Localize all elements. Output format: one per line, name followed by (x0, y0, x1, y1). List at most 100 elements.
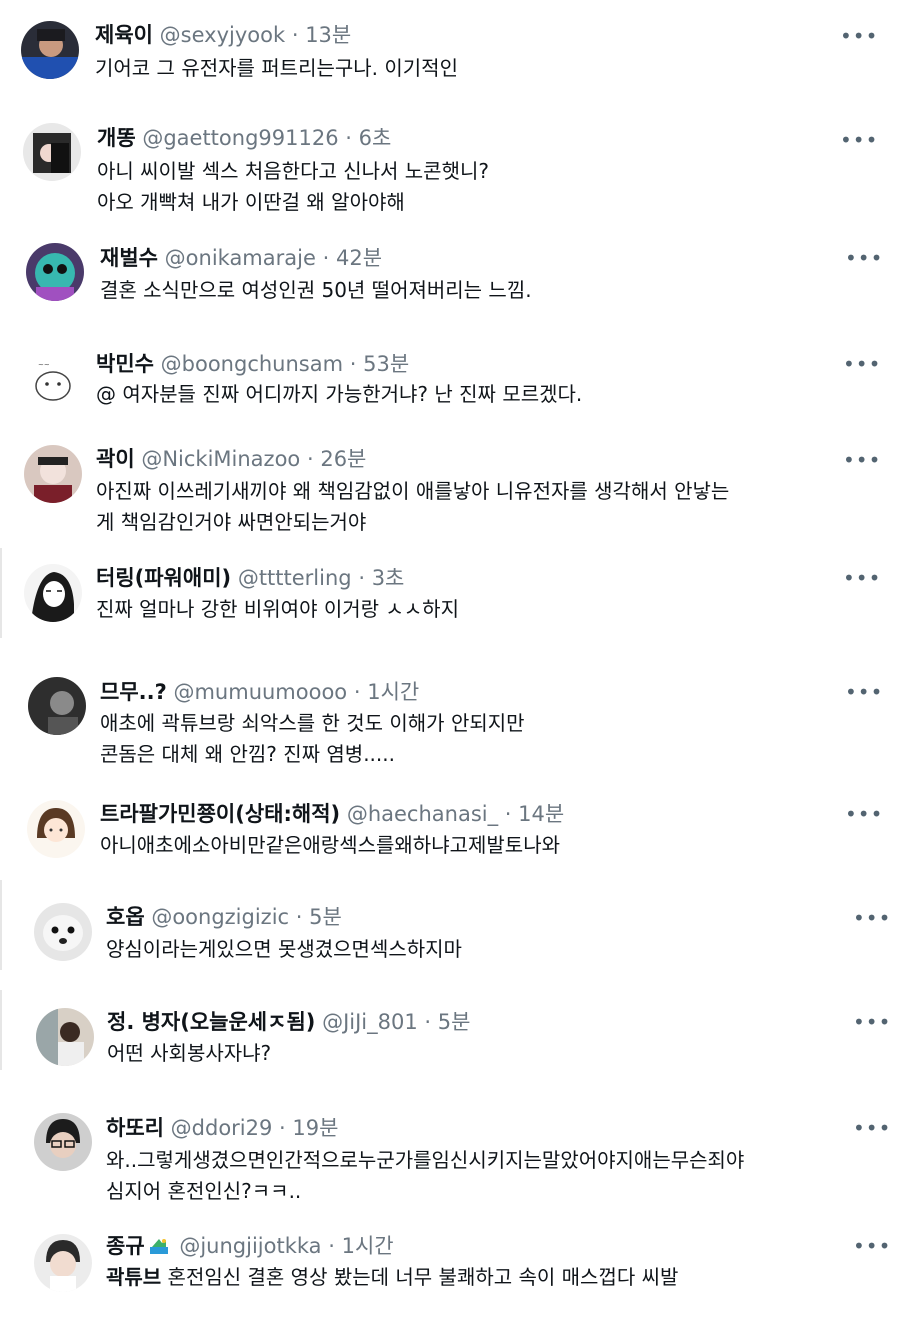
avatar[interactable] (34, 903, 92, 961)
separator: · (358, 566, 365, 590)
more-options-icon[interactable]: ••• (853, 1012, 890, 1032)
tweet-line: 곽튜브 혼전임신 결혼 영상 봤는데 너무 불쾌하고 속이 매스껍다 씨발 (106, 1262, 678, 1293)
tweet-text: 결혼 소식만으로 여성인권 50년 떨어져버리는 느낌. (100, 275, 532, 306)
display-name[interactable]: 개똥 (97, 126, 136, 150)
display-name[interactable]: 정. 병자(오늘운세ㅈ됨) (107, 1010, 315, 1034)
display-name[interactable]: 제육이 (95, 23, 153, 47)
timestamp[interactable]: 19분 (292, 1116, 338, 1140)
separator: · (279, 1116, 286, 1140)
avatar[interactable] (24, 564, 82, 622)
tweet[interactable]: 곽이 @NickiMinazoo · 26분 ••• 아진짜 이쓰레기새끼야 왜… (0, 440, 900, 560)
display-name[interactable]: 재벌수 (100, 246, 158, 270)
tweet-text: 와..그렇게생겼으면인간적으로누군가를임신시키지는말았어야지애는무슨죄야 심지어… (106, 1145, 744, 1207)
handle[interactable]: @NickiMinazoo (141, 447, 300, 471)
more-options-icon[interactable]: ••• (845, 682, 882, 702)
more-options-icon[interactable]: ••• (853, 1118, 890, 1138)
tweet-text: 아니애초에소아비만같은애랑섹스를왜하냐고제발토나와 (100, 830, 560, 861)
tweet[interactable]: 정. 병자(오늘운세ㅈ됨) @JiJi_801 · 5분 ••• 어떤 사회봉사… (0, 1000, 900, 1110)
timestamp[interactable]: 6초 (359, 126, 392, 150)
separator: · (328, 1234, 335, 1258)
handle[interactable]: @sexyjyook (160, 23, 285, 47)
more-options-icon[interactable]: ••• (840, 130, 877, 150)
handle[interactable]: @gaettong991126 (142, 126, 338, 150)
tweet-line: 게 책임감인거야 싸면안되는거야 (96, 510, 367, 534)
tweet-line: 아오 개빡쳐 내가 이딴걸 왜 알아야해 (97, 190, 405, 214)
tweet[interactable]: 터링(파워애미) @tttterling · 3초 ••• 진짜 얼마나 강한 … (0, 560, 900, 670)
more-options-icon[interactable]: ••• (840, 26, 877, 46)
more-options-icon[interactable]: ••• (845, 804, 882, 824)
avatar[interactable] (34, 1234, 92, 1292)
tweet-line: 어떤 사회봉사자냐? (107, 1041, 272, 1065)
timestamp[interactable]: 53분 (363, 352, 409, 376)
handle[interactable]: @boongchunsam (161, 352, 343, 376)
timestamp[interactable]: 3초 (372, 566, 405, 590)
avatar[interactable] (26, 243, 84, 301)
timestamp[interactable]: 1시간 (367, 680, 419, 704)
svg-text:~~: ~~ (38, 361, 50, 369)
separator: · (424, 1010, 432, 1034)
tweet-line: 진짜 얼마나 강한 비위여야 이거랑 ㅅㅅ하지 (96, 597, 459, 621)
avatar[interactable] (27, 800, 85, 858)
more-options-icon[interactable]: ••• (843, 450, 880, 470)
handle[interactable]: @onikamaraje (165, 246, 316, 270)
handle[interactable]: @JiJi_801 (322, 1010, 418, 1034)
tweet-line: 양심이라는게있으면 못생겼으면섹스하지마 (106, 937, 462, 961)
more-options-icon[interactable]: ••• (853, 908, 890, 928)
avatar[interactable] (21, 21, 79, 79)
display-name[interactable]: 하또리 (106, 1116, 164, 1140)
tweet-text: 아니 씨이발 섹스 처음한다고 신나서 노콘햇니? 아오 개빡쳐 내가 이딴걸 … (97, 156, 489, 218)
tweet-text: @ 여자분들 진짜 어디까지 가능한거냐? 난 진짜 모르겠다. (96, 379, 582, 410)
avatar[interactable] (28, 677, 86, 735)
tweet-line: @ 여자분들 진짜 어디까지 가능한거냐? 난 진짜 모르겠다. (96, 382, 583, 406)
avatar[interactable]: ~~ (24, 353, 82, 411)
tweet[interactable]: ~~ 박민수 @boongchunsam · 53분 ••• @ 여자분들 진짜… (0, 340, 900, 440)
display-name[interactable]: 종규 (106, 1234, 145, 1258)
timestamp[interactable]: 26분 (320, 447, 366, 471)
separator: · (291, 23, 299, 47)
tweet[interactable]: 제육이 @sexyjyook · 13분 ••• 기어코 그 유전자를 퍼트리는… (0, 0, 900, 110)
tweet[interactable]: 하또리 @ddori29 · 19분 ••• 와..그렇게생겼으면인간적으로누군… (0, 1110, 900, 1228)
handle[interactable]: @mumuumoooo (173, 680, 347, 704)
timestamp[interactable]: 5분 (438, 1010, 471, 1034)
separator: · (345, 126, 352, 150)
timestamp[interactable]: 13분 (305, 23, 351, 47)
avatar[interactable] (34, 1113, 92, 1171)
more-options-icon[interactable]: ••• (845, 248, 882, 268)
hashtag-link[interactable]: 곽튜브 (106, 1265, 161, 1289)
tweet[interactable]: 재벌수 @onikamaraje · 42분 ••• 결혼 소식만으로 여성인권… (0, 230, 900, 340)
display-name[interactable]: 곽이 (96, 447, 135, 471)
display-name[interactable]: 박민수 (96, 352, 154, 376)
handle[interactable]: @haechanasi_ (347, 802, 498, 826)
separator: · (504, 802, 512, 826)
tweet[interactable]: 종규 @jungjijotkka · 1시간 ••• 곽튜브 혼전임신 결혼 영… (0, 1228, 900, 1319)
tweet[interactable]: 므무..? @mumuumoooo · 1시간 ••• 애초에 곽튜브랑 쇠악스… (0, 670, 900, 790)
timestamp[interactable]: 1시간 (342, 1234, 394, 1258)
handle[interactable]: @tttterling (238, 566, 352, 590)
tweet-text: 아진짜 이쓰레기새끼야 왜 책임감없이 애를낳아 니유전자를 생각해서 안낳는 … (96, 476, 729, 538)
tweet-line: 결혼 소식만으로 여성인권 50년 떨어져버리는 느낌. (100, 278, 532, 302)
more-options-icon[interactable]: ••• (843, 354, 880, 374)
timestamp[interactable]: 5분 (309, 905, 342, 929)
tweet-line: 심지어 혼전인신?ㅋㅋ.. (106, 1179, 302, 1203)
display-name[interactable]: 므무..? (100, 680, 167, 704)
display-name[interactable]: 호옵 (106, 905, 145, 929)
more-options-icon[interactable]: ••• (843, 568, 880, 588)
display-name[interactable]: 터링(파워애미) (96, 566, 231, 590)
tweet-line-text: 혼전임신 결혼 영상 봤는데 너무 불쾌하고 속이 매스껍다 씨발 (161, 1265, 679, 1289)
separator: · (295, 905, 303, 929)
handle[interactable]: @oongzigizic (151, 905, 289, 929)
handle[interactable]: @ddori29 (171, 1116, 273, 1140)
more-options-icon[interactable]: ••• (853, 1236, 890, 1256)
timestamp[interactable]: 14분 (518, 802, 564, 826)
tweet[interactable]: 트라팔가민쭁이(상태:해적) @haechanasi_ · 14분 ••• 아니… (0, 790, 900, 890)
timestamp[interactable]: 42분 (336, 246, 382, 270)
separator: · (306, 447, 314, 471)
avatar[interactable] (36, 1008, 94, 1066)
avatar[interactable] (23, 123, 81, 181)
tweet[interactable]: 개똥 @gaettong991126 · 6초 ••• 아니 씨이발 섹스 처음… (0, 110, 900, 230)
handle[interactable]: @jungjijotkka (179, 1234, 321, 1258)
tweet-text: 곽튜브 혼전임신 결혼 영상 봤는데 너무 불쾌하고 속이 매스껍다 씨발 (106, 1262, 678, 1293)
avatar[interactable] (24, 445, 82, 503)
tweet[interactable]: 호옵 @oongzigizic · 5분 ••• 양심이라는게있으면 못생겼으면… (0, 890, 900, 1000)
display-name[interactable]: 트라팔가민쭁이(상태:해적) (100, 802, 340, 826)
